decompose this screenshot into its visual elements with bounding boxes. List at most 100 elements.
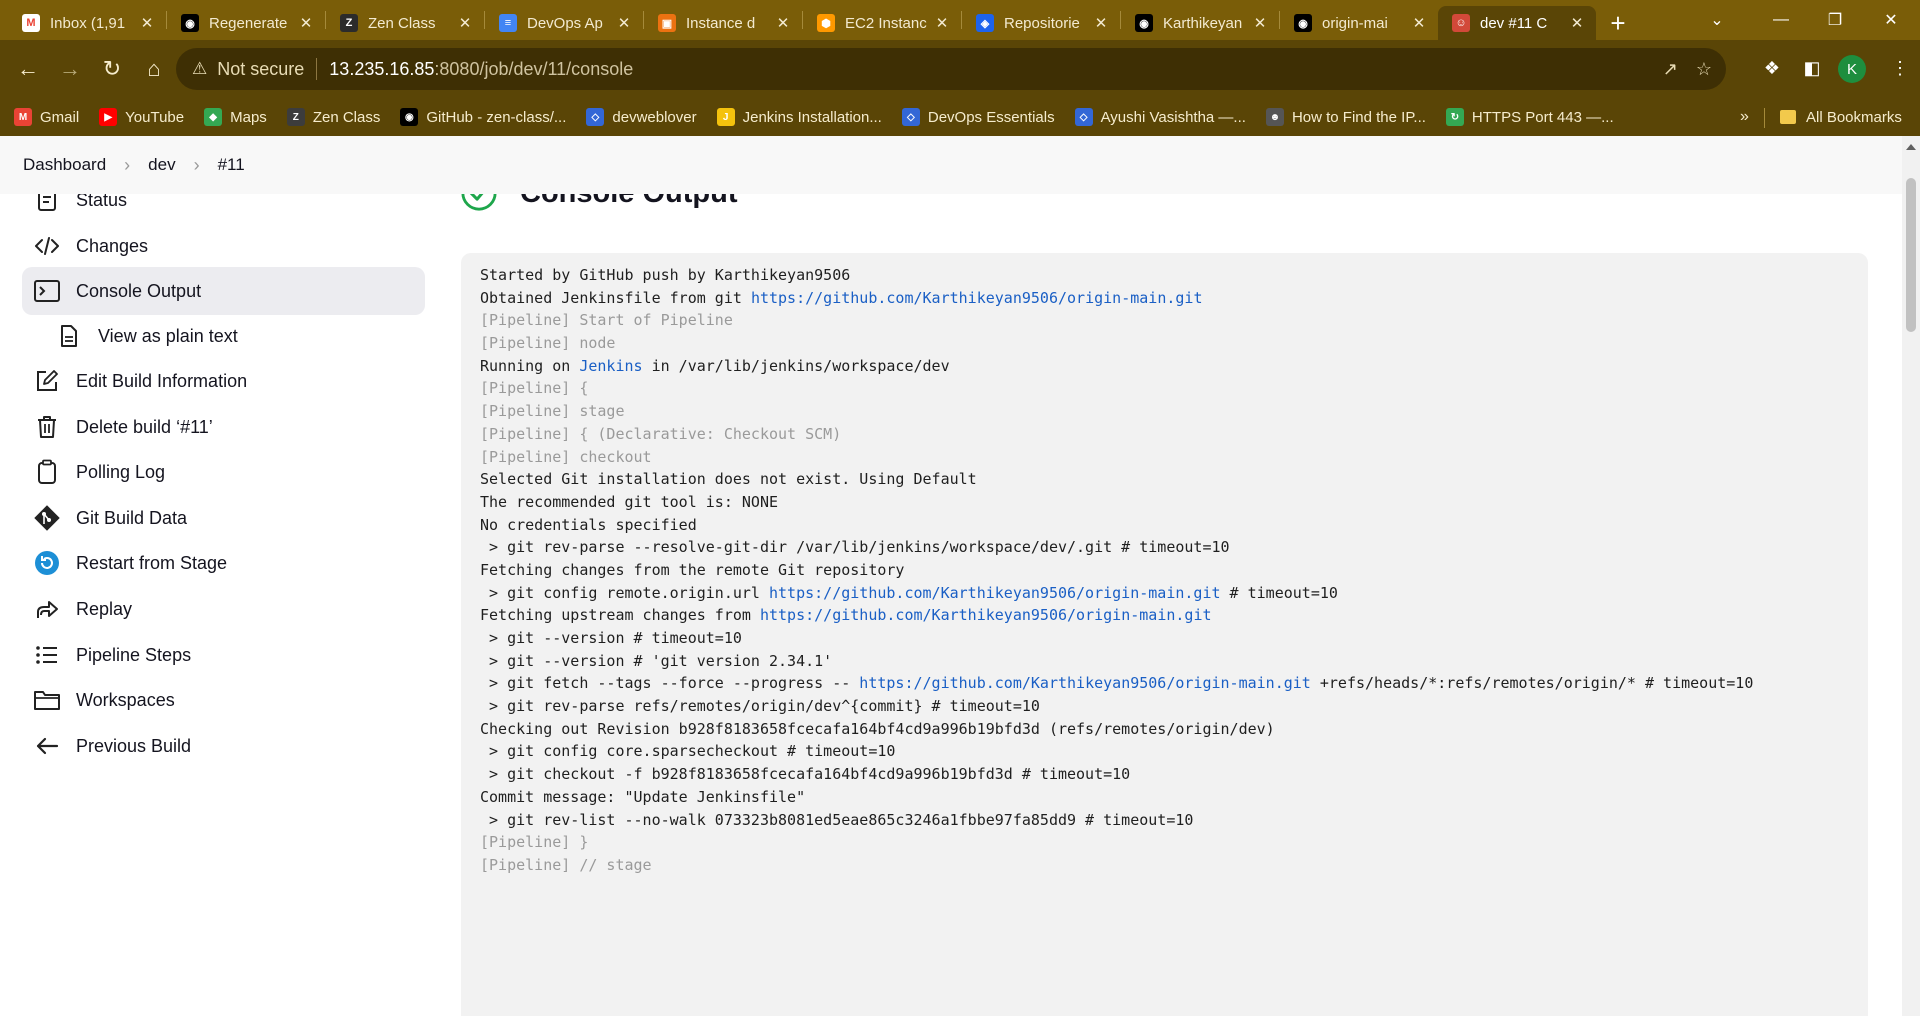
bookmark-label: DevOps Essentials [927,108,1055,126]
console-link[interactable]: Jenkins [579,357,642,375]
console-line: > git rev-parse --resolve-git-dir /var/l… [480,536,1849,559]
bookmark-item[interactable]: ▶ YouTube [99,108,184,126]
breadcrumb-build[interactable]: #11 [218,155,245,175]
all-bookmarks-label: All Bookmarks [1806,108,1902,126]
bookmark-item[interactable]: M Gmail [14,108,79,126]
side-panel-icon[interactable]: ◧ [1794,50,1830,86]
close-window-icon[interactable]: ✕ [1868,0,1914,40]
tab-close-icon[interactable]: ✕ [1251,14,1269,32]
back-icon[interactable]: ← [8,49,48,89]
tab-close-icon[interactable]: ✕ [456,14,474,32]
console-line: > git fetch --tags --force --progress --… [480,672,1849,695]
bookmark-item[interactable]: ◇ DevOps Essentials [901,108,1055,126]
console-text: > git rev-parse --resolve-git-dir /var/l… [480,538,1230,557]
forward-icon[interactable]: → [50,49,90,89]
sidebar: Status Changes Console Output View as plain… [0,189,440,1016]
all-bookmarks-button[interactable]: All Bookmarks [1780,98,1902,136]
breadcrumb-dashboard[interactable]: Dashboard [23,155,106,175]
github-icon: ◉ [1135,14,1153,32]
browser-tab[interactable]: ◉ Karthikeyan ✕ [1121,6,1279,40]
menu-kebab-icon[interactable]: ⋮ [1882,50,1918,86]
scrollbar-thumb[interactable] [1906,178,1916,332]
sidebar-item-edit[interactable]: Edit Build Information [22,357,425,405]
warning-icon: ⚠ [192,59,208,78]
tab-close-icon[interactable]: ✕ [297,14,315,32]
breadcrumb-dev[interactable]: dev [148,155,175,175]
bookmark-item[interactable]: ◇ devweblover [586,108,697,126]
sidebar-item-label: View as plain text [98,325,238,346]
bookmark-label: YouTube [125,108,185,126]
sidebar-item-label: Edit Build Information [76,370,248,391]
browser-tab[interactable]: M Inbox (1,91 ✕ [8,6,166,40]
minimize-icon[interactable]: — [1758,0,1804,40]
bookmark-item[interactable]: ◉ GitHub - zen-class/... [400,108,566,126]
browser-tab[interactable]: ≡ DevOps Ap ✕ [485,6,643,40]
tab-title: EC2 Instanc [845,14,927,32]
address-bar[interactable]: ⚠ Not secure 13.235.16.85 :8080/job/dev/… [176,48,1726,90]
browser-tab[interactable]: ☺ dev #11 C ✕ [1438,6,1596,40]
bookmarks-bar: M Gmail ▶ YouTube ◆ Maps Z Zen Class ◉ GitHub - z… [0,98,1920,136]
console-text: # timeout=10 [1220,583,1338,602]
scroll-up-icon[interactable] [1906,144,1916,150]
browser-tab[interactable]: Z Zen Class ✕ [326,6,484,40]
browser-tab[interactable]: ▣ Instance d ✕ [644,6,802,40]
bookmark-item[interactable]: ◆ Maps [204,108,267,126]
tab-close-icon[interactable]: ✕ [1092,14,1110,32]
restore-icon[interactable]: ❐ [1812,0,1858,40]
extensions-icon[interactable]: ❖ [1754,50,1790,86]
code-icon [34,233,60,259]
bookmark-item[interactable]: ↻ HTTPS Port 443 —... [1445,108,1614,126]
bookmark-item[interactable]: Z Zen Class [286,108,380,126]
sidebar-item-list[interactable]: Pipeline Steps [22,631,425,679]
sidebar-item-terminal[interactable]: Console Output [22,267,425,315]
tab-close-icon[interactable]: ✕ [615,14,633,32]
clipboard-icon [34,459,60,485]
console-text: Obtained Jenkinsfile from git [480,288,751,307]
sidebar-item-document[interactable]: View as plain text [22,312,425,360]
reload-icon[interactable]: ↻ [92,49,132,89]
console-line: [Pipeline] checkout [480,446,1849,469]
page-scrollbar[interactable] [1902,136,1920,1016]
console-link[interactable]: https://github.com/Karthikeyan9506/origi… [859,674,1311,692]
main-content: Console Output Started by GitHub push by… [440,175,1902,1016]
tab-close-icon[interactable]: ✕ [1410,14,1428,32]
console-link[interactable]: https://github.com/Karthikeyan9506/origi… [751,289,1203,307]
bookmark-star-icon[interactable]: ☆ [1696,59,1712,80]
tab-close-icon[interactable]: ✕ [933,14,951,32]
sidebar-item-trash[interactable]: Delete build ‘#11’ [22,403,425,451]
sidebar-item-code[interactable]: Changes [22,222,425,270]
git-icon [34,505,60,531]
bookmark-item[interactable]: ◇ Ayushi Vasishtha —... [1074,108,1246,126]
console-text: [Pipeline] // stage [480,855,652,874]
browser-tab[interactable]: ⬢ EC2 Instanc ✕ [803,6,961,40]
share-icon[interactable]: ↗ [1663,59,1678,80]
browser-tab[interactable]: ◉ Regenerate ✕ [167,6,325,40]
console-line: Fetching upstream changes from https://g… [480,604,1849,627]
not-secure-label[interactable]: Not secure [217,59,304,80]
youtube-icon: ▶ [99,108,118,126]
browser-tab[interactable]: ◈ Repositorie ✕ [962,6,1120,40]
sidebar-item-restart[interactable]: Restart from Stage [22,539,425,587]
bookmark-item[interactable]: ☻ How to Find the IP... [1265,108,1426,126]
bookmark-label: Gmail [40,108,80,126]
new-tab-icon[interactable]: + [1600,6,1636,40]
sidebar-item-replay[interactable]: Replay [22,585,425,633]
console-link[interactable]: https://github.com/Karthikeyan9506/origi… [760,606,1212,624]
console-link[interactable]: https://github.com/Karthikeyan9506/origi… [769,584,1221,602]
tab-search-icon[interactable]: ⌄ [1694,0,1740,40]
sidebar-item-git[interactable]: Git Build Data [22,494,425,542]
console-text: [Pipeline] } [480,833,589,852]
tab-close-icon[interactable]: ✕ [1568,14,1586,32]
tab-close-icon[interactable]: ✕ [138,14,156,32]
browser-tab[interactable]: ◉ origin-mai ✕ [1280,6,1438,40]
tab-close-icon[interactable]: ✕ [774,14,792,32]
sidebar-item-folder[interactable]: Workspaces [22,676,425,724]
bookmarks-divider [1764,108,1765,128]
sidebar-item-clipboard[interactable]: Polling Log [22,448,425,496]
avatar[interactable]: K [1838,55,1866,83]
more-bookmarks-icon[interactable]: » [1740,98,1749,136]
home-icon[interactable]: ⌂ [134,49,174,89]
bookmark-item[interactable]: J Jenkins Installation... [716,108,882,126]
sidebar-item-arrow-left[interactable]: Previous Build [22,722,425,770]
console-line: Checking out Revision b928f8183658fcecaf… [480,718,1849,741]
